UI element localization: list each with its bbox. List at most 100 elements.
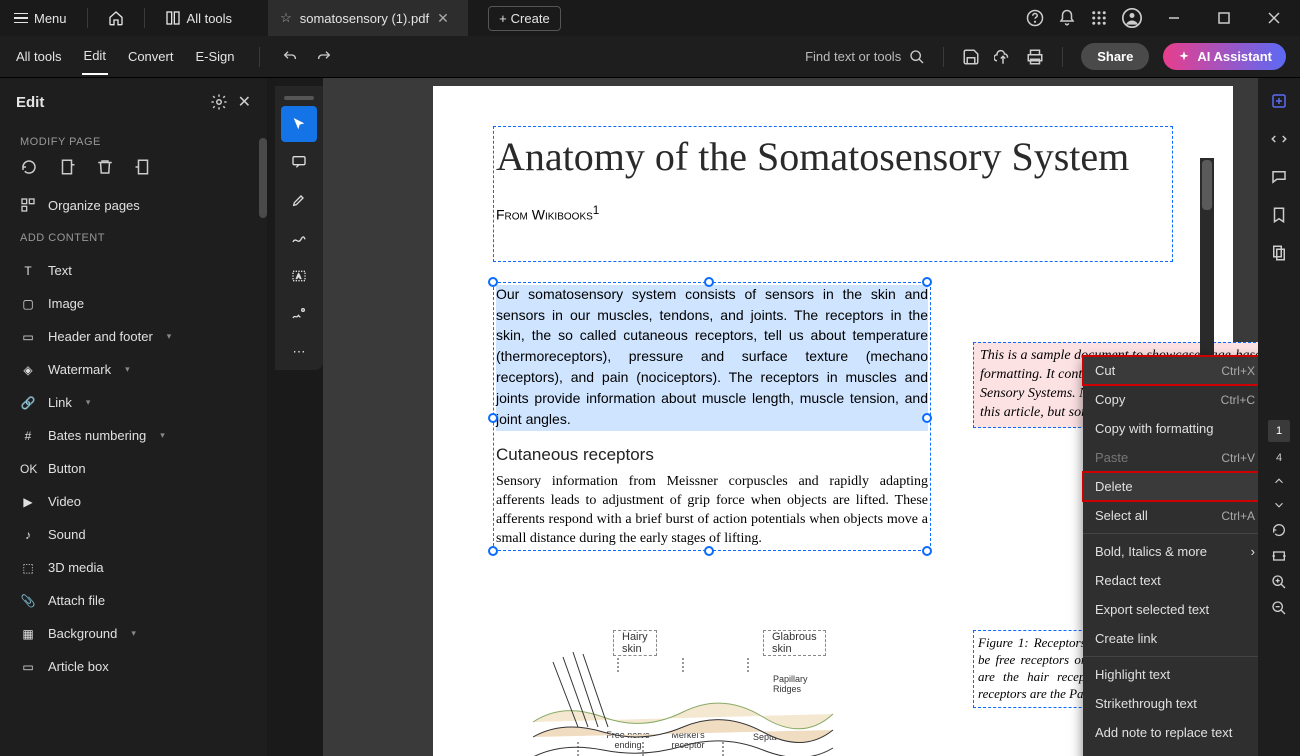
ai-assistant-button[interactable]: AI Assistant <box>1163 43 1286 70</box>
comment-tool[interactable] <box>281 144 317 180</box>
rail-grip[interactable] <box>284 96 314 100</box>
menu-item-copy-with-formatting[interactable]: Copy with formatting <box>1083 414 1258 443</box>
close-tab-icon[interactable]: ✕ <box>437 10 449 27</box>
print-icon[interactable] <box>1026 48 1044 66</box>
menu-label: Cut <box>1095 363 1115 378</box>
selection-handle[interactable] <box>704 546 714 556</box>
redo-icon[interactable] <box>316 49 332 65</box>
title-text-box[interactable]: Anatomy of the Somatosensory System From… <box>493 126 1173 262</box>
insert-icon[interactable] <box>134 158 152 176</box>
selection-handle[interactable] <box>704 277 714 287</box>
menu-item-redact-text[interactable]: Redact text <box>1083 566 1258 595</box>
swap-icon[interactable] <box>1270 130 1288 148</box>
selection-handle[interactable] <box>922 277 932 287</box>
current-page[interactable]: 1 <box>1268 420 1290 442</box>
account-icon[interactable] <box>1122 8 1142 28</box>
selection-handle[interactable] <box>488 277 498 287</box>
maximize-button[interactable] <box>1206 0 1242 36</box>
ai-panel-icon[interactable] <box>1270 92 1288 110</box>
find-button[interactable]: Find text or tools <box>805 49 925 65</box>
all-tools-button[interactable]: All tools <box>159 6 239 30</box>
sidebar-item-button[interactable]: OKButton <box>0 452 267 485</box>
sidebar-item-text[interactable]: TText <box>0 254 267 287</box>
selection-handle[interactable] <box>922 546 932 556</box>
sidebar-item-video[interactable]: ▶Video <box>0 485 267 518</box>
apps-icon[interactable] <box>1090 9 1108 27</box>
main-area: Edit ✕ MODIFY PAGE Organize pages ADD CO… <box>0 78 1300 756</box>
selection-handle[interactable] <box>488 413 498 423</box>
save-icon[interactable] <box>962 48 980 66</box>
close-sidebar-icon[interactable]: ✕ <box>238 92 251 112</box>
menu-item-copy[interactable]: CopyCtrl+C <box>1083 385 1258 414</box>
highlight-tool[interactable] <box>281 182 317 218</box>
fit-width-icon[interactable] <box>1271 548 1287 564</box>
tab-convert[interactable]: Convert <box>126 39 176 74</box>
selection-handle[interactable] <box>488 546 498 556</box>
zoom-out-icon[interactable] <box>1271 600 1287 616</box>
menu-item-add-note-to-replace-text[interactable]: Add note to replace text <box>1083 718 1258 747</box>
comments-panel-icon[interactable] <box>1270 168 1288 186</box>
sidebar-item-watermark[interactable]: ◈Watermark▾ <box>0 353 267 386</box>
zoom-in-icon[interactable] <box>1271 574 1287 590</box>
menu-item-delete[interactable]: Delete <box>1083 472 1258 501</box>
sidebar-item-article-box[interactable]: ▭Article box <box>0 650 267 683</box>
sparkle-icon <box>1177 50 1191 64</box>
body-text-box[interactable]: Our somatosensory system consists of sen… <box>493 282 931 552</box>
draw-tool[interactable] <box>281 220 317 256</box>
menu-item-create-link[interactable]: Create link <box>1083 624 1258 653</box>
page-down-icon[interactable] <box>1272 498 1286 512</box>
undo-icon[interactable] <box>282 49 298 65</box>
plus-icon: + <box>499 11 507 26</box>
bell-icon[interactable] <box>1058 9 1076 27</box>
home-button[interactable] <box>102 6 130 30</box>
document-tab[interactable]: ☆ somatosensory (1).pdf ✕ <box>268 0 468 36</box>
more-tools[interactable]: ⋯ <box>281 334 317 370</box>
menu-item-bold-italics-more[interactable]: Bold, Italics & more› <box>1083 537 1258 566</box>
item-icon: 🔗 <box>20 396 36 410</box>
organize-pages-item[interactable]: Organize pages <box>0 188 267 222</box>
share-button[interactable]: Share <box>1081 43 1149 70</box>
sidebar-item-attach-file[interactable]: 📎Attach file <box>0 584 267 617</box>
minimize-button[interactable] <box>1156 0 1192 36</box>
menu-item-cut[interactable]: CutCtrl+X <box>1083 356 1258 385</box>
sign-tool[interactable] <box>281 296 317 332</box>
menu-item-export-selected-text[interactable]: Export selected text <box>1083 595 1258 624</box>
page-up-icon[interactable] <box>1272 474 1286 488</box>
refresh-icon[interactable] <box>1271 522 1287 538</box>
pages-panel-icon[interactable] <box>1270 244 1288 262</box>
sidebar-item-bates-numbering[interactable]: #Bates numbering▾ <box>0 419 267 452</box>
menu-label: Select all <box>1095 508 1148 523</box>
sidebar-item-link[interactable]: 🔗Link▾ <box>0 386 267 419</box>
paragraph-1[interactable]: Our somatosensory system consists of sen… <box>496 285 928 431</box>
trash-icon[interactable] <box>96 158 114 176</box>
rotate-icon[interactable] <box>20 158 38 176</box>
tab-esign[interactable]: E-Sign <box>193 39 236 74</box>
sidebar-item-3d-media[interactable]: ⬚3D media <box>0 551 267 584</box>
sidebar-item-sound[interactable]: ♪Sound <box>0 518 267 551</box>
bookmark-icon[interactable] <box>1270 206 1288 224</box>
sidebar-item-background[interactable]: ▦Background▾ <box>0 617 267 650</box>
menu-item-add-note-to-text[interactable]: Add note to text <box>1083 747 1258 756</box>
menu-button[interactable]: Menu <box>8 7 73 30</box>
sidebar-item-image[interactable]: ▢Image <box>0 287 267 320</box>
sidebar-item-header-and-footer[interactable]: ▭Header and footer▾ <box>0 320 267 353</box>
menu-item-strikethrough-text[interactable]: Strikethrough text <box>1083 689 1258 718</box>
menu-item-select-all[interactable]: Select allCtrl+A <box>1083 501 1258 530</box>
close-window-button[interactable] <box>1256 0 1292 36</box>
select-tool[interactable] <box>281 106 317 142</box>
scrollbar-thumb[interactable] <box>1202 160 1212 210</box>
document-canvas[interactable]: Anatomy of the Somatosensory System From… <box>323 78 1258 756</box>
sidebar-scrollbar-thumb[interactable] <box>259 138 267 218</box>
text-box-tool[interactable]: A <box>281 258 317 294</box>
selection-handle[interactable] <box>922 413 932 423</box>
paragraph-2: Sensory information from Meissner corpus… <box>496 473 928 549</box>
create-button[interactable]: + Create <box>488 6 561 31</box>
tab-all-tools[interactable]: All tools <box>14 39 64 74</box>
help-icon[interactable] <box>1026 9 1044 27</box>
textbox-icon: A <box>291 268 307 284</box>
extract-icon[interactable] <box>58 158 76 176</box>
menu-item-highlight-text[interactable]: Highlight text <box>1083 660 1258 689</box>
upload-icon[interactable] <box>994 48 1012 66</box>
gear-icon[interactable] <box>210 93 228 111</box>
tab-edit[interactable]: Edit <box>82 38 108 75</box>
